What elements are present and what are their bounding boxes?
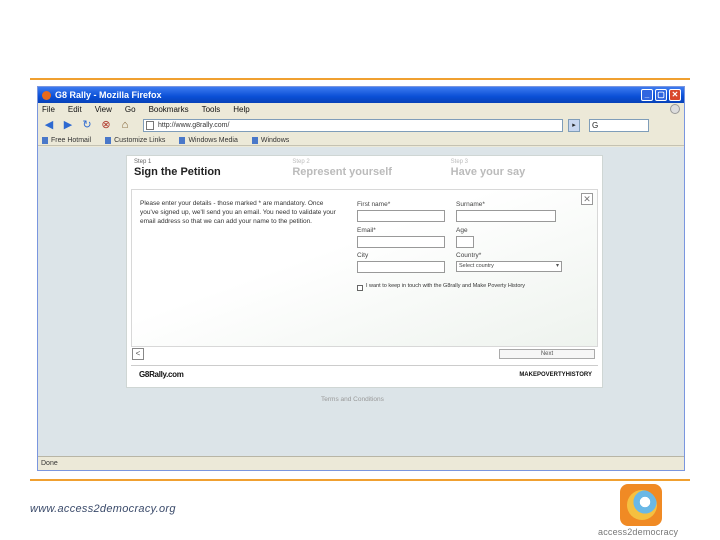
bookmarks-toolbar: Free Hotmail Customize Links Windows Med…: [38, 135, 684, 146]
step-number: Step 3: [450, 159, 469, 165]
city-label: City: [357, 252, 369, 259]
bottom-orange-rule: [30, 479, 690, 481]
first-name-label: First name*: [357, 201, 391, 208]
bookmark-icon: [251, 136, 258, 144]
terms-link[interactable]: Terms and Conditions: [321, 396, 384, 403]
bookmark-label: Windows Media: [188, 136, 238, 144]
top-orange-rule: [30, 78, 690, 80]
step-title: Sign the Petition: [134, 166, 221, 178]
throbber-icon: [670, 104, 680, 114]
logo-mark-icon: [620, 484, 662, 526]
step-2: Step 2 Represent yourself: [285, 156, 443, 188]
close-window-button[interactable]: ✕: [669, 89, 681, 101]
status-bar: Done: [38, 456, 684, 470]
menu-help[interactable]: Help: [233, 105, 249, 114]
petition-panel: Step 1 Sign the Petition Step 2 Represen…: [126, 155, 603, 388]
bookmark-item[interactable]: Windows: [251, 136, 290, 144]
g8rally-logo: G8Rally.com: [139, 370, 184, 379]
surname-label: Surname*: [456, 201, 485, 208]
stop-icon[interactable]: ⊗: [99, 118, 113, 132]
logo-text: access2democracy: [598, 527, 679, 537]
menu-view[interactable]: View: [95, 105, 112, 114]
menu-bookmarks[interactable]: Bookmarks: [149, 105, 189, 114]
keep-in-touch-checkbox[interactable]: [357, 285, 363, 291]
firefox-icon: [42, 90, 51, 100]
step-number: Step 1: [134, 159, 152, 165]
age-label: Age: [456, 227, 468, 234]
keep-in-touch-label: I want to keep in touch with the G8rally…: [366, 283, 525, 289]
menu-bar: File Edit View Go Bookmarks Tools Help: [38, 103, 684, 115]
city-field[interactable]: [357, 261, 445, 273]
title-bar[interactable]: G8 Rally - Mozilla Firefox _ ▢ ✕: [38, 87, 684, 103]
first-name-field[interactable]: [357, 210, 445, 222]
country-select-value: Select country: [459, 263, 494, 269]
make-poverty-history-logo: MAKEPOVERTYHISTORY: [519, 372, 592, 378]
step-title: Have your say: [450, 166, 526, 178]
next-button[interactable]: Next: [499, 349, 595, 359]
minimize-button[interactable]: _: [641, 89, 653, 101]
site-url: www.access2democracy.org: [30, 503, 176, 515]
url-text: http://www.g8rally.com/: [158, 121, 230, 129]
petition-form: ✕ Please enter your details - those mark…: [131, 189, 598, 347]
access2democracy-logo: access2democracy: [596, 484, 692, 538]
step-3: Step 3 Have your say: [444, 156, 602, 188]
surname-field[interactable]: [456, 210, 556, 222]
bookmark-item[interactable]: Customize Links: [105, 136, 166, 144]
previous-button[interactable]: <: [132, 348, 144, 360]
bookmark-item[interactable]: Free Hotmail: [42, 136, 92, 144]
url-go-button[interactable]: ▸: [568, 118, 580, 132]
chevron-down-icon: ▾: [555, 263, 559, 269]
page-icon: [146, 120, 154, 130]
window-title: G8 Rally - Mozilla Firefox: [55, 90, 162, 100]
menu-tools[interactable]: Tools: [202, 105, 221, 114]
bookmark-icon: [179, 136, 186, 144]
partner-logos: G8Rally.com MAKEPOVERTYHISTORY: [131, 365, 598, 385]
bookmark-item[interactable]: Windows Media: [179, 136, 238, 144]
navigation-toolbar: ◀ ▶ ↻ ⊗ ⌂ http://www.g8rally.com/ ▸ G: [38, 115, 684, 135]
maximize-button[interactable]: ▢: [655, 89, 667, 101]
menu-file[interactable]: File: [42, 105, 55, 114]
menu-go[interactable]: Go: [125, 105, 136, 114]
step-number: Step 2: [292, 159, 310, 165]
form-instructions: Please enter your details - those marked…: [140, 200, 336, 225]
firefox-window: G8 Rally - Mozilla Firefox _ ▢ ✕ File Ed…: [37, 86, 685, 471]
bookmark-label: Free Hotmail: [51, 136, 92, 144]
bookmark-label: Windows: [260, 136, 290, 144]
bookmark-label: Customize Links: [114, 136, 166, 144]
bookmark-icon: [42, 136, 48, 144]
step-header: Step 1 Sign the Petition Step 2 Represen…: [127, 156, 602, 188]
back-arrow-icon[interactable]: ◀: [42, 118, 56, 132]
step-1: Step 1 Sign the Petition: [127, 156, 285, 188]
reload-icon[interactable]: ↻: [80, 118, 94, 132]
email-field[interactable]: [357, 236, 445, 248]
bookmark-icon: [105, 136, 112, 144]
forward-arrow-icon[interactable]: ▶: [61, 118, 75, 132]
home-icon[interactable]: ⌂: [118, 118, 132, 132]
url-input[interactable]: http://www.g8rally.com/: [143, 118, 563, 132]
email-label: Email*: [357, 227, 376, 234]
country-select[interactable]: Select country ▾: [456, 261, 562, 272]
page-content: Step 1 Sign the Petition Step 2 Represen…: [38, 147, 684, 457]
search-input[interactable]: G: [589, 118, 649, 132]
country-label: Country*: [456, 252, 482, 259]
close-form-button[interactable]: ✕: [581, 193, 593, 205]
status-text: Done: [41, 460, 58, 467]
step-title: Represent yourself: [292, 166, 392, 178]
menu-edit[interactable]: Edit: [68, 105, 82, 114]
age-field[interactable]: [456, 236, 474, 248]
